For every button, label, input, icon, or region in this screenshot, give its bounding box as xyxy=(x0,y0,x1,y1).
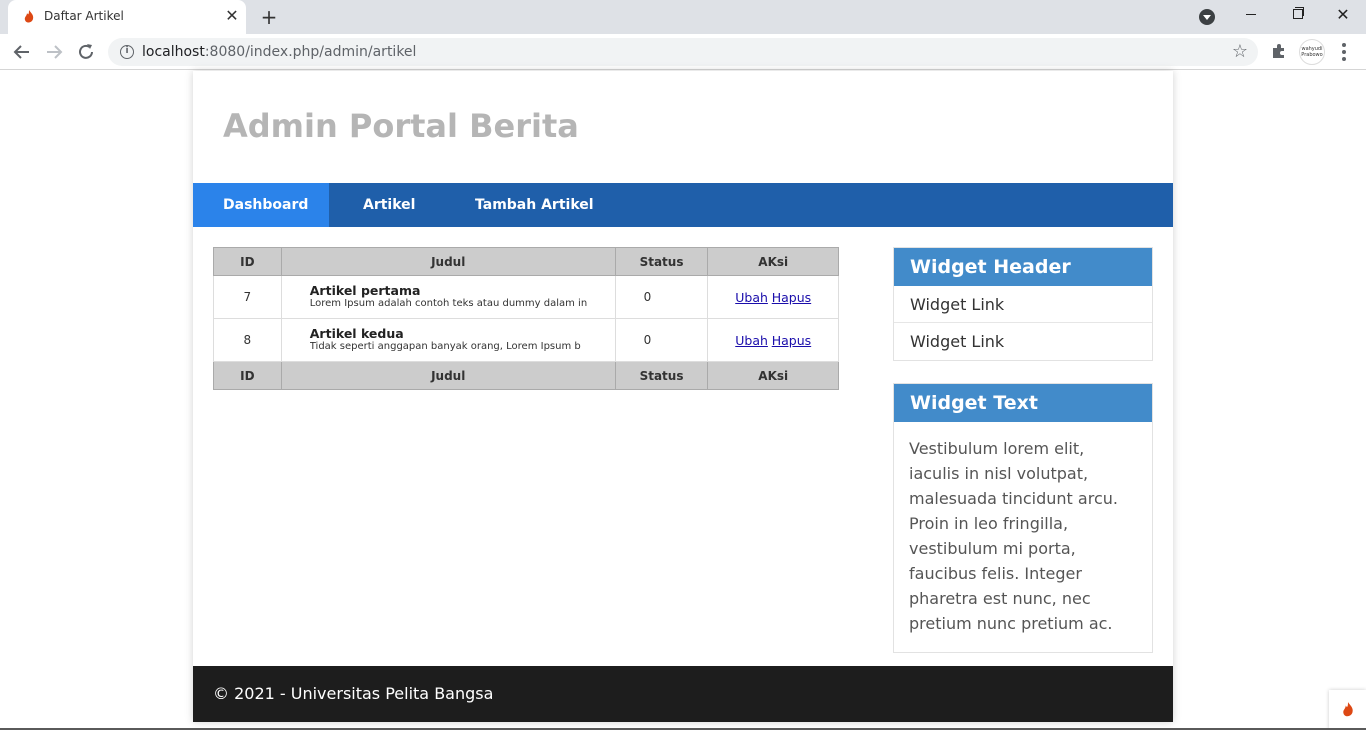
cell-id: 7 xyxy=(213,275,282,319)
main-nav: Dashboard Artikel Tambah Artikel xyxy=(193,183,1173,227)
forward-icon[interactable] xyxy=(42,40,66,64)
codeigniter-flame-icon xyxy=(24,10,34,23)
widget-text-body: Vestibulum lorem elit, iaculis in nisl v… xyxy=(909,439,1118,633)
browser-tabstrip: Daftar Artikel ✕ + ✕ xyxy=(0,0,1366,34)
table-header-row: ID Judul Status AKsi xyxy=(213,247,839,276)
site-header: Admin Portal Berita xyxy=(193,71,1173,183)
cell-status: 0 xyxy=(614,318,709,362)
widget-text-title: Widget Text xyxy=(894,384,1152,422)
tab-title: Daftar Artikel xyxy=(44,9,124,23)
th-judul: Judul xyxy=(280,247,616,276)
main-content: ID Judul Status AKsi 7 Artikel pertama L… xyxy=(213,247,839,390)
nav-tambah-artikel[interactable]: Tambah Artikel xyxy=(475,183,594,227)
tf-id: ID xyxy=(213,361,282,390)
artikel-table: ID Judul Status AKsi 7 Artikel pertama L… xyxy=(213,247,839,390)
widget-link[interactable]: Widget Link xyxy=(894,323,1152,360)
widget-links: Widget Header Widget Link Widget Link xyxy=(893,247,1153,361)
hapus-link[interactable]: Hapus xyxy=(772,333,811,348)
close-tab-icon[interactable]: ✕ xyxy=(222,6,242,26)
ubah-link[interactable]: Ubah xyxy=(735,290,768,305)
debug-toolbar-toggle[interactable] xyxy=(1329,690,1366,730)
article-excerpt: Tidak seperti anggapan banyak orang, Lor… xyxy=(309,341,581,352)
profile-avatar[interactable]: wahyudi Prabowo xyxy=(1299,39,1325,65)
nav-artikel[interactable]: Artikel xyxy=(363,183,415,227)
new-tab-icon[interactable]: + xyxy=(258,6,280,28)
restore-icon[interactable] xyxy=(1274,0,1320,30)
minimize-icon[interactable] xyxy=(1228,0,1274,30)
address-bar[interactable]: i localhost:8080/index.php/admin/artikel… xyxy=(108,38,1258,66)
browser-tab[interactable]: Daftar Artikel ✕ xyxy=(8,0,246,34)
cell-judul: Artikel pertama Lorem Ipsum adalah conto… xyxy=(280,275,616,319)
widget-link[interactable]: Widget Link xyxy=(894,286,1152,323)
widget-header-title: Widget Header xyxy=(894,248,1152,286)
tf-aksi: AKsi xyxy=(707,361,839,390)
ubah-link[interactable]: Ubah xyxy=(735,333,768,348)
browser-toolbar: i localhost:8080/index.php/admin/artikel… xyxy=(0,34,1366,70)
browser-menu-icon[interactable] xyxy=(1342,43,1346,61)
article-title: Artikel pertama xyxy=(309,283,421,298)
cell-judul: Artikel kedua Tidak seperti anggapan ban… xyxy=(280,318,616,362)
article-title: Artikel kedua xyxy=(309,326,404,341)
url-text[interactable]: localhost:8080/index.php/admin/artikel xyxy=(142,44,416,60)
table-footer-row: ID Judul Status AKsi xyxy=(213,361,839,390)
article-excerpt: Lorem Ipsum adalah contoh teks atau dumm… xyxy=(309,298,588,309)
table-row: 8 Artikel kedua Tidak seperti anggapan b… xyxy=(213,318,839,362)
cell-aksi: Ubah Hapus xyxy=(707,318,839,362)
th-aksi: AKsi xyxy=(707,247,839,276)
site-title: Admin Portal Berita xyxy=(223,107,579,145)
table-row: 7 Artikel pertama Lorem Ipsum adalah con… xyxy=(213,275,839,319)
site-info-icon[interactable]: i xyxy=(120,45,134,59)
cell-aksi: Ubah Hapus xyxy=(707,275,839,319)
tab-search-icon[interactable] xyxy=(1199,9,1215,25)
site-footer: © 2021 - Universitas Pelita Bangsa xyxy=(193,666,1173,722)
th-status: Status xyxy=(614,247,709,276)
cell-status: 0 xyxy=(614,275,709,319)
extensions-puzzle-icon[interactable] xyxy=(1270,42,1288,60)
tf-judul: Judul xyxy=(280,361,616,390)
window-close-icon[interactable]: ✕ xyxy=(1320,0,1366,30)
widget-text: Widget Text Vestibulum lorem elit, iacul… xyxy=(893,383,1153,653)
codeigniter-flame-icon xyxy=(1343,702,1353,717)
back-icon[interactable] xyxy=(10,40,34,64)
sidebar: Widget Header Widget Link Widget Link Wi… xyxy=(893,247,1153,675)
page-container: Admin Portal Berita Dashboard Artikel Ta… xyxy=(193,71,1173,722)
th-id: ID xyxy=(213,247,282,276)
cell-id: 8 xyxy=(213,318,282,362)
tf-status: Status xyxy=(614,361,709,390)
nav-dashboard[interactable]: Dashboard xyxy=(193,183,329,227)
reload-icon[interactable] xyxy=(74,40,98,64)
bookmark-star-icon[interactable]: ☆ xyxy=(1232,41,1248,62)
hapus-link[interactable]: Hapus xyxy=(772,290,811,305)
